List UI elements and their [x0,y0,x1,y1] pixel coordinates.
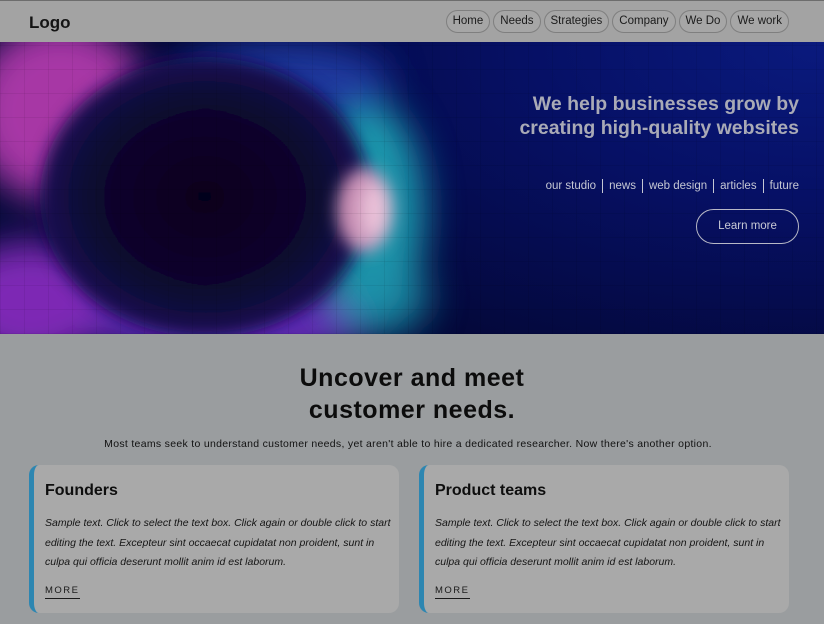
hero-link-future[interactable]: future [764,179,799,193]
section-title: Uncover and meet customer needs. [0,362,824,426]
logo[interactable]: Logo [29,13,71,33]
card-more-link[interactable]: MORE [435,585,470,599]
site-header: Logo Home Needs Strategies Company We Do… [0,0,824,42]
nav-company[interactable]: Company [612,10,676,33]
hero-section: We help businesses grow by creating high… [0,42,824,334]
section-title-line-1: Uncover and meet [299,364,525,392]
hero-title: We help businesses grow by creating high… [519,93,799,139]
learn-more-button[interactable]: Learn more [696,209,799,244]
card-title: Product teams [435,482,547,499]
nav-needs[interactable]: Needs [493,10,541,33]
nav-we-do[interactable]: We Do [678,10,728,33]
hero-link-articles[interactable]: articles [714,179,764,193]
hero-link-news[interactable]: news [603,179,643,193]
nav-home[interactable]: Home [445,10,491,33]
card-text: Sample text. Click to select the text bo… [435,517,781,568]
section-description: Most teams seek to understand customer n… [104,438,712,450]
hero-link-web-design[interactable]: web design [643,179,715,193]
card-founders: Founders Sample text. Click to select th… [29,465,399,613]
card-title: Founders [45,482,118,499]
card-more-link[interactable]: MORE [45,585,80,599]
hero-links: our studio news web design articles futu… [540,179,799,193]
main-nav: Home Needs Strategies Company We Do We w… [445,10,789,33]
nav-strategies[interactable]: Strategies [543,10,610,33]
card-product-teams: Product teams Sample text. Click to sele… [419,465,789,613]
nav-we-work[interactable]: We work [730,10,789,33]
section-title-line-2: customer needs. [308,396,516,424]
card-text: Sample text. Click to select the text bo… [45,517,391,568]
hero-link-our-studio[interactable]: our studio [540,179,604,193]
